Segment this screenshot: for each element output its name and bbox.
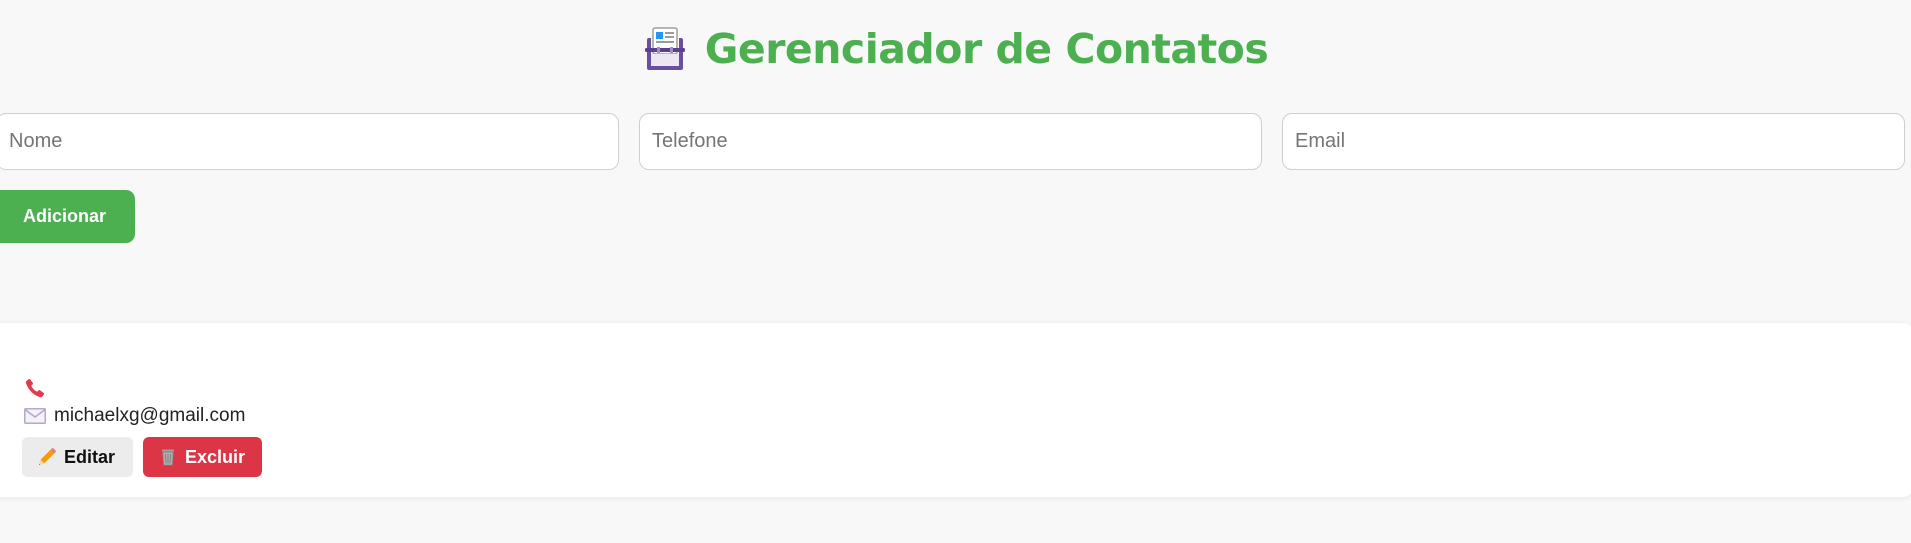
header: Gerenciador de Contatos bbox=[0, 22, 1911, 76]
wastebasket-icon bbox=[159, 448, 177, 466]
contact-form bbox=[0, 113, 1905, 170]
edit-label: Editar bbox=[64, 446, 116, 467]
delete-label: Excluir bbox=[185, 446, 246, 467]
card-index-icon bbox=[643, 26, 687, 72]
add-button[interactable]: Adicionar bbox=[0, 190, 135, 243]
telephone-icon bbox=[24, 377, 46, 399]
contact-email-line: michaelxg@gmail.com bbox=[24, 403, 245, 429]
edit-button[interactable]: Editar bbox=[22, 437, 133, 477]
name-input[interactable] bbox=[0, 113, 619, 170]
contact-phone-line bbox=[24, 376, 54, 400]
delete-button[interactable]: Excluir bbox=[143, 437, 262, 477]
pencil-icon bbox=[38, 448, 56, 466]
envelope-icon bbox=[24, 408, 46, 424]
page-title: Gerenciador de Contatos bbox=[704, 25, 1269, 73]
page: Gerenciador de Contatos Adicionar michae… bbox=[0, 0, 1911, 543]
contact-card bbox=[0, 323, 1911, 497]
contact-email: michaelxg@gmail.com bbox=[54, 405, 246, 426]
email-input[interactable] bbox=[1282, 113, 1905, 170]
phone-input[interactable] bbox=[639, 113, 1262, 170]
